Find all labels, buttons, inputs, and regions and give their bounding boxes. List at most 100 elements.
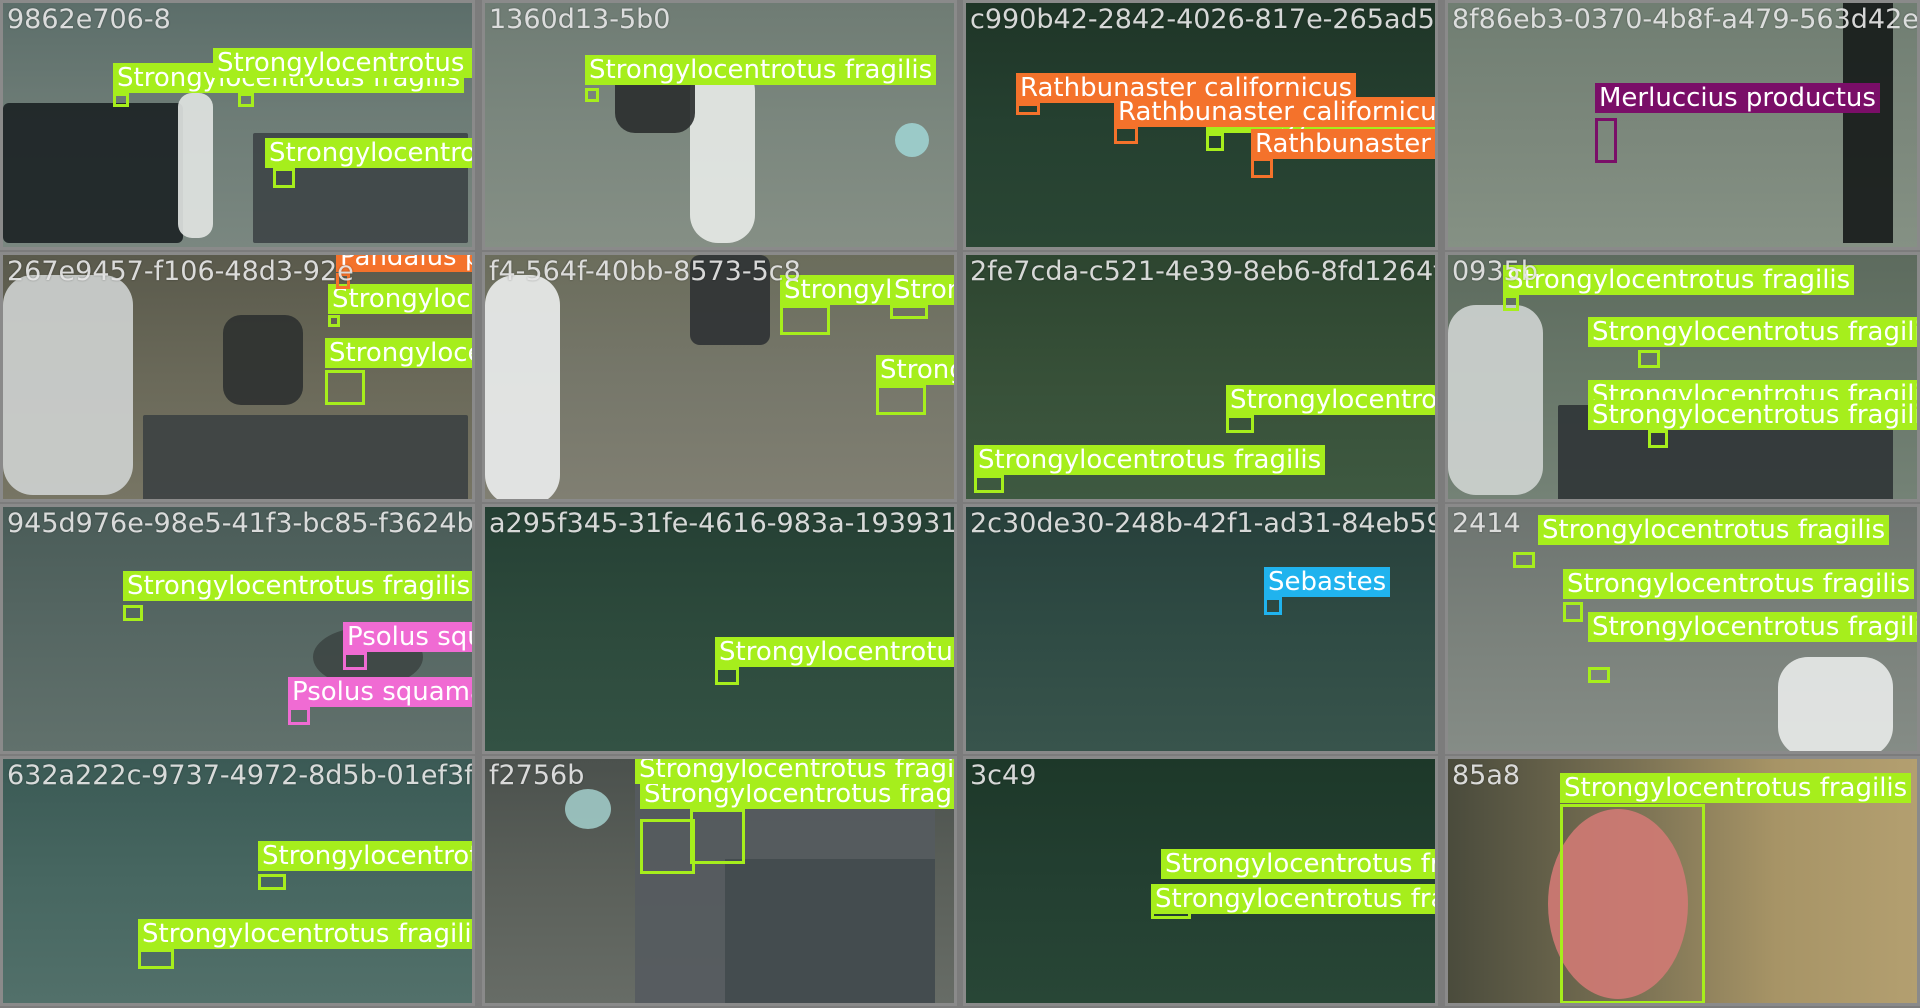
detection-box xyxy=(113,93,129,107)
image-filename: 632a222c-9737-4972-8d5b-01ef3fa3 xyxy=(7,760,475,791)
detection-label: Strongylocentrotus fragilis xyxy=(328,284,472,314)
scene-object xyxy=(3,275,133,495)
detection-box xyxy=(1016,103,1040,115)
detection-box xyxy=(780,305,830,335)
scene-object xyxy=(690,255,770,345)
detection-box xyxy=(325,370,365,405)
detection-label: Strongylocentrotus fragilis xyxy=(1503,265,1855,295)
image-filename: c990b42-2842-4026-817e-265ad53 xyxy=(970,4,1438,35)
image-tile: Strongylocentrotus fragilis 1360d13-5b0 xyxy=(482,0,957,250)
detection-label: Strongylocentrotus fragilis xyxy=(1226,385,1435,415)
image-tile: Strongylocentrotus fragilisRathbunaster … xyxy=(963,0,1438,250)
scene-object xyxy=(485,275,560,499)
image-tile: Strongylocentrotus fragilis Strongylocent… xyxy=(0,252,475,502)
detection-label: Pandalus platyceros xyxy=(336,255,472,272)
detection-box xyxy=(258,874,286,890)
detection-label: Psolus squamatus xyxy=(288,677,472,707)
detection-box xyxy=(1595,118,1617,163)
detection-label: Merluccius productus xyxy=(1595,83,1880,113)
detection-box xyxy=(343,652,367,670)
detection-box xyxy=(336,273,350,289)
image-tile: Strongylocentrotus fragilis Strongylocent… xyxy=(1445,504,1920,754)
detection-label: Strongylocentrotus fragilis xyxy=(258,841,472,871)
image-filename: f2756b xyxy=(489,760,585,791)
detection-label: Strongylocentrotus fragilis xyxy=(1563,569,1915,599)
image-tile: Strongylocentrotus fragilis Strongylocent… xyxy=(963,252,1438,502)
detection-box xyxy=(1563,602,1583,622)
detection-label: Strongylocentrotus fragilis xyxy=(1588,317,1917,347)
detection-box xyxy=(138,949,174,969)
detection-label: Strongylocentrotus fragilis xyxy=(1151,884,1435,914)
scene-object xyxy=(725,859,935,1003)
detection-box xyxy=(1638,350,1660,368)
detection-box xyxy=(640,819,695,874)
scene-object xyxy=(143,415,468,499)
detection-box xyxy=(715,667,739,685)
detection-box xyxy=(238,93,254,107)
image-tile: Strongylocentrotus fragilis Psolus squama… xyxy=(0,504,475,754)
scene-object xyxy=(3,103,183,243)
detection-box xyxy=(123,605,143,621)
detection-label: Strongylocentrotus fragilis xyxy=(635,759,954,784)
scene-object xyxy=(565,789,611,829)
image-tile: Strongylocentrotus fragilis Strongylocent… xyxy=(482,252,957,502)
detection-box xyxy=(876,385,926,415)
scene-object xyxy=(1843,3,1893,243)
scene-object xyxy=(223,315,303,405)
detection-box xyxy=(288,707,310,725)
detection-box xyxy=(1560,804,1705,1003)
scene-object xyxy=(1448,305,1543,495)
detection-box xyxy=(1503,295,1519,311)
detection-label: Strongylocentrotus fragilis xyxy=(1588,400,1917,430)
detection-box xyxy=(585,88,599,102)
detection-box xyxy=(1251,158,1273,178)
image-tile: Sebastes 2c30de30-248b-42f1-ad31-84eb59fc xyxy=(963,504,1438,754)
detection-label: Rathbunaster californicus xyxy=(1114,97,1435,127)
detection-label: Strongylocentrotus fragilis xyxy=(1588,612,1917,642)
image-tile: Strongylocentrotus fragilis Strongylocent… xyxy=(1445,252,1920,502)
detection-box xyxy=(1264,597,1282,615)
image-filename: 945d976e-98e5-41f3-bc85-f3624b0a xyxy=(7,508,475,539)
detection-box xyxy=(1588,667,1610,683)
detection-box xyxy=(1513,552,1535,568)
detection-label: Strongylocentrotus fragilis xyxy=(265,138,472,168)
detection-label: Strongylocentrotus fragilis xyxy=(974,445,1326,475)
detection-label: Sebastes xyxy=(1264,567,1391,597)
annotated-image-mosaic: Strongylocentrotus fragilisStrongylocent… xyxy=(0,0,1920,1008)
detection-box xyxy=(1648,430,1668,448)
image-tile: Strongylocentrotus fragilis Strongylocent… xyxy=(963,756,1438,1006)
scene-object xyxy=(690,63,755,243)
image-tile: Merluccius productus 8f86eb3-0370-4b8f-a4… xyxy=(1445,0,1920,250)
image-filename: 1360d13-5b0 xyxy=(489,4,671,35)
image-filename: 85a8 xyxy=(1452,760,1521,791)
detection-label: Strongylocentrotus fragilis xyxy=(890,275,954,305)
detection-label: Strongylocentrotus fragilis xyxy=(1560,773,1912,803)
detection-box xyxy=(328,315,340,327)
detection-label: Psolus squamatus xyxy=(343,622,472,652)
detection-label: Strongylocentrotus fragilis xyxy=(1538,515,1890,545)
scene-object xyxy=(178,93,213,238)
image-filename: 2c30de30-248b-42f1-ad31-84eb59fc xyxy=(970,508,1438,539)
detection-box xyxy=(1226,415,1254,433)
detection-label: Strongylocentrotus fragilis xyxy=(715,637,954,667)
image-tile: Strongylocentrotus fragilis 85a8 xyxy=(1445,756,1920,1006)
detection-label: Strongylocentrotus fragilis xyxy=(585,55,937,85)
image-tile: Strongylocentrotus fragilis Strongylocent… xyxy=(0,756,475,1006)
detection-box xyxy=(273,168,295,188)
detection-label: Strongylocentrotus fragilis xyxy=(325,338,472,368)
detection-label: Strongylocentrotus fragilis xyxy=(213,48,472,78)
detection-label: Strongylocentrotus fragilis xyxy=(1161,849,1435,879)
image-filename: 2414 xyxy=(1452,508,1521,539)
detection-box xyxy=(1114,126,1138,144)
image-tile: Strongylocentrotus fragilisStrongylocent… xyxy=(482,756,957,1006)
image-filename: 2fe7cda-c521-4e39-8eb6-8fd1264f7 xyxy=(970,256,1438,287)
detection-box xyxy=(690,809,745,864)
detection-label: Strongylocentrotus fragilis xyxy=(876,355,954,385)
detection-label: Rathbunaster californicus xyxy=(1251,129,1435,159)
detection-box xyxy=(890,305,928,319)
image-tile: Strongylocentrotus fragilis a295f345-31fe… xyxy=(482,504,957,754)
image-filename: a295f345-31fe-4616-983a-1939319b xyxy=(489,508,957,539)
detection-box xyxy=(1206,133,1224,151)
detection-label: Strongylocentrotus fragilis xyxy=(138,919,472,949)
detection-label: Strongylocentrotus fragilis xyxy=(123,571,472,601)
